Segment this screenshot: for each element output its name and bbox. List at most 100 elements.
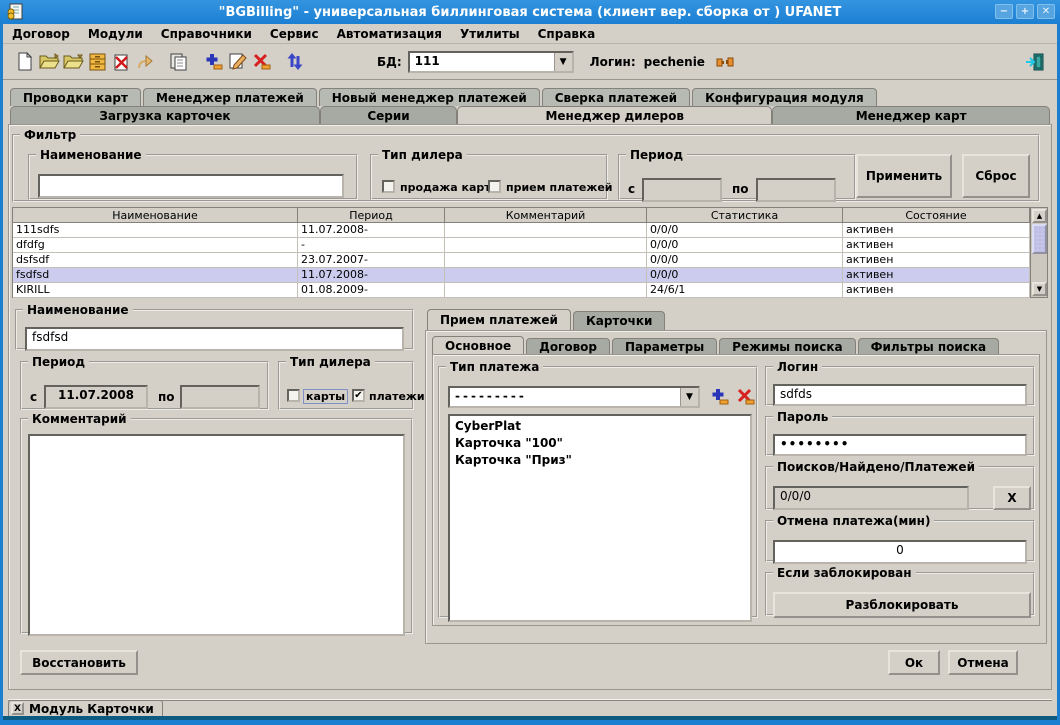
filter-name-input[interactable] bbox=[38, 174, 344, 198]
module-tab-label: Модуль Карточки bbox=[29, 702, 154, 716]
table-header-row: Наименование Период Комментарий Статисти… bbox=[13, 208, 1047, 223]
unblock-button[interactable]: Разблокировать bbox=[773, 592, 1031, 618]
dealer-login-input[interactable]: sdfds bbox=[773, 384, 1027, 406]
dealer-from-label: с bbox=[30, 390, 37, 404]
open-folder-alt-icon[interactable] bbox=[61, 50, 85, 74]
table-scrollbar[interactable]: ▲ ▼ bbox=[1030, 208, 1047, 297]
column-header-period[interactable]: Период bbox=[298, 208, 445, 223]
menu-dogovor[interactable]: Договор bbox=[3, 24, 79, 44]
close-button[interactable]: ✕ bbox=[1037, 4, 1055, 19]
filter-cards-checkbox[interactable] bbox=[382, 180, 395, 193]
dealer-payments-checkbox[interactable]: ✔ bbox=[352, 389, 365, 402]
tab-konfiguraciya-modulya[interactable]: Конфигурация модуля bbox=[692, 88, 877, 106]
reset-button[interactable]: Сброс bbox=[962, 154, 1030, 198]
tab-menedzher-dilerov[interactable]: Менеджер дилеров bbox=[457, 106, 772, 124]
dealer-name-input[interactable]: fsdfsd bbox=[25, 327, 404, 351]
scrollbar-thumb[interactable] bbox=[1032, 224, 1047, 254]
subtab-osnovnoe[interactable]: Основное bbox=[432, 336, 524, 354]
add-icon[interactable] bbox=[201, 50, 225, 74]
tab-novyj-menedzher-platezhej[interactable]: Новый менеджер платежей bbox=[319, 88, 540, 106]
menu-moduli[interactable]: Модули bbox=[79, 24, 152, 44]
list-item[interactable]: CyberPlat bbox=[450, 418, 750, 435]
close-module-icon[interactable]: X bbox=[11, 702, 24, 715]
scroll-down-icon[interactable]: ▼ bbox=[1032, 282, 1047, 296]
blocked-group: Если заблокирован Разблокировать bbox=[765, 566, 1035, 616]
maximize-button[interactable]: + bbox=[1016, 4, 1034, 19]
table-row[interactable]: 111sdfs 11.07.2008- 0/0/0 активен bbox=[13, 223, 1047, 238]
filter-payments-checkbox[interactable] bbox=[488, 180, 501, 193]
card-file-icon[interactable] bbox=[85, 50, 109, 74]
connection-icon[interactable] bbox=[713, 50, 737, 74]
menu-utility[interactable]: Утилиты bbox=[451, 24, 529, 44]
table-row-selected[interactable]: fsdfsd 11.07.2008- 0/0/0 активен bbox=[13, 268, 1047, 283]
tab-kartochki[interactable]: Карточки bbox=[573, 311, 666, 330]
db-combobox[interactable]: 111 ▼ bbox=[408, 51, 574, 73]
dealer-password-input[interactable]: •••••••• bbox=[773, 434, 1027, 456]
subtab-filtry-poiska[interactable]: Фильтры поиска bbox=[858, 338, 1000, 354]
menu-servis[interactable]: Сервис bbox=[261, 24, 328, 44]
remove-payment-type-icon[interactable] bbox=[736, 387, 755, 406]
column-header-state[interactable]: Состояние bbox=[843, 208, 1030, 223]
cancel-button[interactable]: Отмена bbox=[948, 650, 1018, 675]
chevron-down-icon[interactable]: ▼ bbox=[554, 53, 572, 71]
restore-button[interactable]: Восстановить bbox=[20, 650, 138, 675]
redo-arrow-icon[interactable] bbox=[133, 50, 157, 74]
edit-icon[interactable] bbox=[225, 50, 249, 74]
login-label: Логин: bbox=[590, 55, 636, 69]
subtab-dogovor[interactable]: Договор bbox=[526, 338, 610, 354]
tab-zagruzka-kartochek[interactable]: Загрузка карточек bbox=[10, 106, 320, 124]
scroll-up-icon[interactable]: ▲ bbox=[1032, 209, 1047, 223]
column-header-comment[interactable]: Комментарий bbox=[445, 208, 647, 223]
table-row[interactable]: dfdfg - 0/0/0 активен bbox=[13, 238, 1047, 253]
module-tab[interactable]: X Модуль Карточки bbox=[8, 700, 163, 716]
cell-comment bbox=[445, 268, 647, 283]
ok-button[interactable]: Ок bbox=[888, 650, 940, 675]
tab-serii[interactable]: Серии bbox=[320, 106, 457, 124]
tab-sverka-platezhej[interactable]: Сверка платежей bbox=[542, 88, 690, 106]
menu-spravka[interactable]: Справка bbox=[529, 24, 605, 44]
cancel-minutes-input[interactable]: 0 bbox=[773, 540, 1027, 564]
dealer-comment-textarea[interactable] bbox=[28, 434, 405, 636]
cancel-payment-title: Отмена платежа(мин) bbox=[773, 514, 934, 528]
new-document-icon[interactable] bbox=[13, 50, 37, 74]
cell-name: dsfsdf bbox=[13, 253, 298, 268]
delete-document-icon[interactable] bbox=[109, 50, 133, 74]
tab-provodki-kart[interactable]: Проводки карт bbox=[10, 88, 141, 106]
dealer-from-input[interactable]: 11.07.2008 bbox=[44, 385, 148, 409]
refresh-icon[interactable] bbox=[283, 50, 307, 74]
table-row[interactable]: KIRILL 01.08.2009- 24/6/1 активен bbox=[13, 283, 1047, 298]
subtab-rezhimy-poiska[interactable]: Режимы поиска bbox=[719, 338, 855, 354]
tab-priem-platezhej[interactable]: Прием платежей bbox=[427, 309, 571, 330]
exit-icon[interactable] bbox=[1023, 50, 1047, 74]
open-folder-icon[interactable] bbox=[37, 50, 61, 74]
menu-avtomatizaciya[interactable]: Автоматизация bbox=[328, 24, 451, 44]
list-item[interactable]: Карточка "Приз" bbox=[450, 452, 750, 469]
filter-to-input[interactable] bbox=[756, 178, 836, 202]
menu-spravochniki[interactable]: Справочники bbox=[152, 24, 261, 44]
tab-menedzher-platezhej[interactable]: Менеджер платежей bbox=[143, 88, 317, 106]
table-row[interactable]: dsfsdf 23.07.2007- 0/0/0 активен bbox=[13, 253, 1047, 268]
add-payment-type-icon[interactable] bbox=[710, 387, 729, 406]
dealer-cards-checkbox[interactable] bbox=[287, 389, 300, 402]
filter-group: Фильтр Наименование Тип дилера продажа к… bbox=[12, 128, 1040, 202]
payment-type-combobox[interactable]: --------- ▼ bbox=[448, 386, 700, 408]
list-item[interactable]: Карточка "100" bbox=[450, 435, 750, 452]
cell-state: активен bbox=[843, 253, 1030, 268]
cell-name: 111sdfs bbox=[13, 223, 298, 238]
cell-comment bbox=[445, 223, 647, 238]
payment-systems-list[interactable]: CyberPlat Карточка "100" Карточка "Приз" bbox=[448, 414, 752, 622]
dealer-to-input[interactable] bbox=[180, 385, 260, 409]
apply-button[interactable]: Применить bbox=[856, 154, 952, 198]
title-bar: "BGBilling" - универсальная биллинговая … bbox=[0, 0, 1060, 24]
chevron-down-icon[interactable]: ▼ bbox=[680, 388, 698, 406]
stats-clear-button[interactable]: X bbox=[993, 486, 1031, 510]
subtab-parametry[interactable]: Параметры bbox=[612, 338, 717, 354]
remove-icon[interactable] bbox=[249, 50, 273, 74]
tab-menedzher-kart[interactable]: Менеджер карт bbox=[772, 106, 1050, 124]
column-header-name[interactable]: Наименование bbox=[13, 208, 298, 223]
cell-stats: 0/0/0 bbox=[647, 268, 843, 283]
minimize-button[interactable]: − bbox=[995, 4, 1013, 19]
filter-from-input[interactable] bbox=[642, 178, 722, 202]
paste-icon[interactable] bbox=[167, 50, 191, 74]
column-header-stats[interactable]: Статистика bbox=[647, 208, 843, 223]
